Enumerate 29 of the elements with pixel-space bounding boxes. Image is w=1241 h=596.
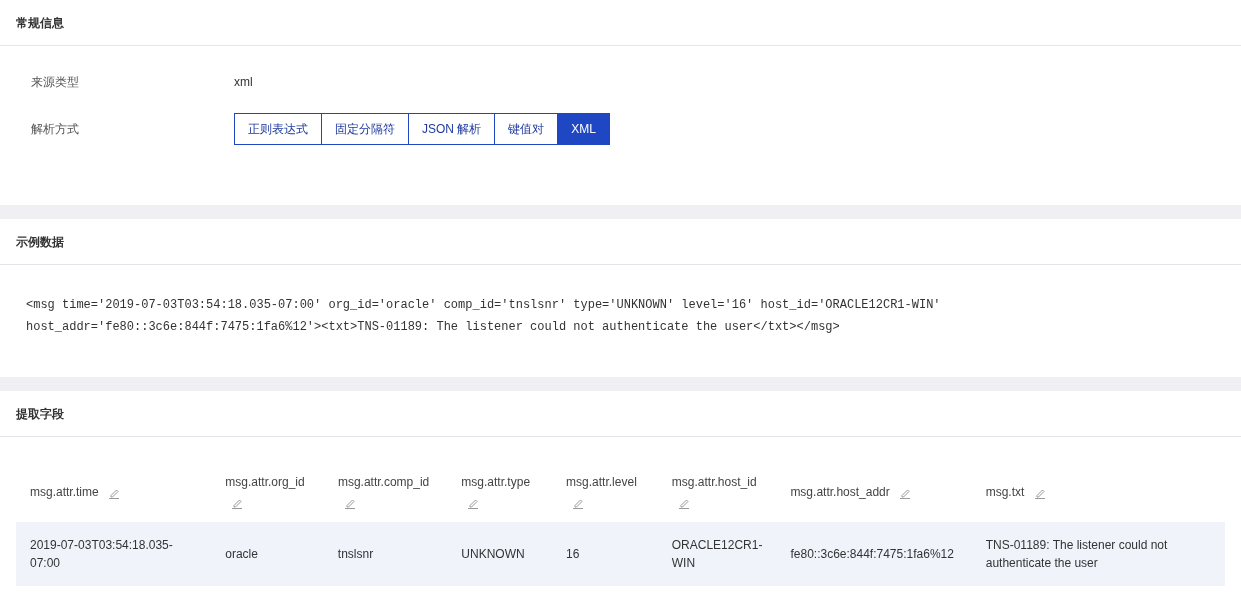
table-cell-text: tnslsnr xyxy=(336,546,375,563)
table-cell-text: UNKNOWN xyxy=(460,546,526,563)
column-header: msg.attr.level xyxy=(552,472,658,512)
code-line: host_addr='fe80::3c6e:844f:7475:1fa6%12'><txt>TNS-01189: The listener could not authenticate the user</txt></msg> xyxy=(26,319,841,336)
field-label: 解析方式 xyxy=(31,121,80,138)
table-cell-text: ORACLE12CR1-WIN xyxy=(670,537,764,572)
parse-mode-tab[interactable]: 键值对 xyxy=(495,113,559,145)
section-title: 示例数据 xyxy=(16,233,64,251)
column-header: msg.attr.comp_id xyxy=(323,472,448,512)
field-label: 来源类型 xyxy=(31,74,80,91)
code-line: <msg time='2019-07-03T03:54:18.035-07:00' org_id='oracle' comp_id='tnslsnr' type='UNKNOWN' level='16' host_id='ORACLE12CR1-WIN' xyxy=(26,297,942,314)
column-header: msg.attr.org_id xyxy=(211,472,324,512)
column-header: msg.attr.host_id xyxy=(657,472,777,512)
parse-mode-tab[interactable]: 固定分隔符 xyxy=(322,113,409,145)
table-cell-text: fe80::3c6e:844f:7475:1fa6%12 xyxy=(789,546,955,563)
table-cell-text: 16 xyxy=(565,546,581,563)
field-value: xml xyxy=(234,74,253,91)
table-cell-text: 2019-07-03T03:54:18.035-07:00 xyxy=(29,537,174,572)
parse-mode-tab[interactable]: XML xyxy=(558,113,611,145)
section-title: 提取字段 xyxy=(16,405,64,423)
parse-mode-tab[interactable]: 正则表达式 xyxy=(234,113,322,145)
table-cell-text: oracle xyxy=(224,546,259,563)
column-header: msg.attr.host_addr xyxy=(776,482,972,502)
table-cell-text: TNS-01189: The listener could not authenticate the user xyxy=(984,537,1169,572)
column-header: msg.attr.time xyxy=(16,482,212,502)
column-header: msg.attr.type xyxy=(447,472,553,512)
section-title: 常规信息 xyxy=(16,14,64,32)
parse-mode-tab[interactable]: JSON 解析 xyxy=(409,113,496,145)
column-header: msg.txt xyxy=(971,482,1225,502)
